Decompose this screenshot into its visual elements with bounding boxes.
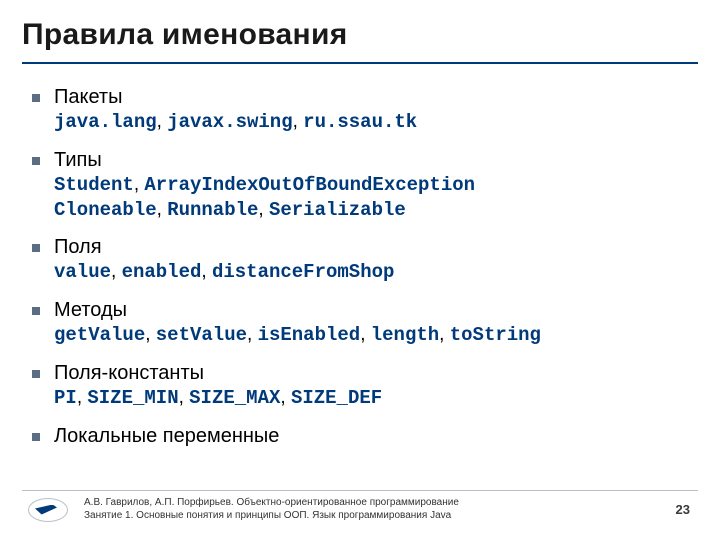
separator: , [111,261,122,282]
separator: , [134,174,145,195]
item-label: Поля [54,234,690,260]
separator: , [157,111,168,132]
code-token: SIZE_DEF [291,387,382,409]
institution-logo [28,498,68,522]
code-line: Cloneable, Runnable, Serializable [54,198,690,223]
separator: , [293,111,304,132]
code-token: isEnabled [258,324,361,346]
code-token: value [54,261,111,283]
code-token: ArrayIndexOutOfBoundException [144,174,475,196]
code-token: Runnable [167,199,258,221]
code-line: PI, SIZE_MIN, SIZE_MAX, SIZE_DEF [54,386,690,411]
separator: , [280,387,291,408]
list-item: Пакетыjava.lang, javax.swing, ru.ssau.tk [54,84,690,135]
footer-line-2: Занятие 1. Основные понятия и принципы О… [84,510,676,523]
item-label: Поля-константы [54,360,690,386]
list-item: Поляvalue, enabled, distanceFromShop [54,234,690,285]
code-token: Student [54,174,134,196]
slide-footer: А.В. Гаврилов, А.П. Порфирьев. Объектно-… [0,490,720,522]
footer-divider [22,490,698,491]
separator: , [439,324,450,345]
code-token: SIZE_MAX [189,387,280,409]
separator: , [77,387,88,408]
code-line: value, enabled, distanceFromShop [54,260,690,285]
separator: , [360,324,371,345]
item-label: Локальные переменные [54,423,690,449]
list-item: ТипыStudent, ArrayIndexOutOfBoundExcepti… [54,147,690,223]
footer-credits: А.В. Гаврилов, А.П. Порфирьев. Объектно-… [84,497,676,522]
page-number: 23 [676,502,690,517]
separator: , [179,387,190,408]
code-token: ru.ssau.tk [303,111,417,133]
code-line: getValue, setValue, isEnabled, length, t… [54,323,690,348]
separator: , [201,261,212,282]
item-label: Пакеты [54,84,690,110]
code-token: SIZE_MIN [87,387,178,409]
code-token: Cloneable [54,199,157,221]
separator: , [258,199,269,220]
code-token: java.lang [54,111,157,133]
code-line: Student, ArrayIndexOutOfBoundException [54,173,690,198]
code-token: PI [54,387,77,409]
code-token: toString [450,324,541,346]
code-token: length [371,324,439,346]
list-item: Локальные переменные [54,423,690,449]
code-token: distanceFromShop [212,261,394,283]
slide-title: Правила именования [0,0,720,52]
item-label: Типы [54,147,690,173]
separator: , [145,324,156,345]
code-token: Serializable [269,199,406,221]
separator: , [157,199,168,220]
separator: , [247,324,258,345]
bullet-list: Пакетыjava.lang, javax.swing, ru.ssau.tk… [54,84,690,449]
item-label: Методы [54,297,690,323]
code-token: getValue [54,324,145,346]
code-line: java.lang, javax.swing, ru.ssau.tk [54,110,690,135]
code-token: javax.swing [167,111,292,133]
code-token: enabled [122,261,202,283]
slide-body: Пакетыjava.lang, javax.swing, ru.ssau.tk… [0,64,720,449]
list-item: Поля-константыPI, SIZE_MIN, SIZE_MAX, SI… [54,360,690,411]
code-token: setValue [156,324,247,346]
list-item: МетодыgetValue, setValue, isEnabled, len… [54,297,690,348]
footer-line-1: А.В. Гаврилов, А.П. Порфирьев. Объектно-… [84,497,676,510]
